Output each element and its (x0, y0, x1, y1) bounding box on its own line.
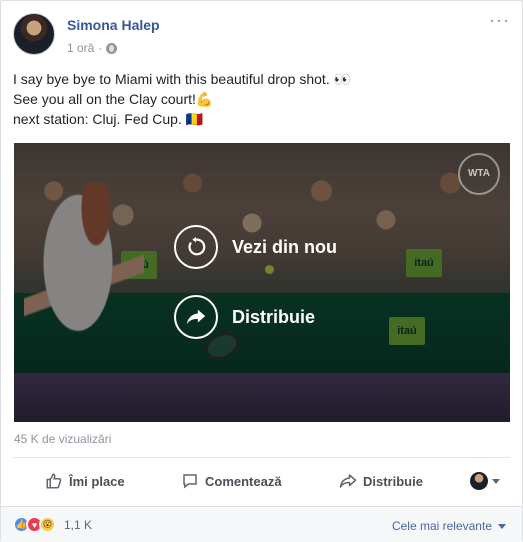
wta-logo: WTA (458, 153, 500, 195)
wow-reaction-icon: 😮 (39, 516, 56, 533)
identity-avatar (470, 472, 488, 490)
chevron-down-icon (492, 478, 500, 484)
action-bar: Îmi place Comentează Distribuie (13, 465, 510, 497)
author-avatar[interactable] (13, 13, 55, 55)
comment-sort-label: Cele mai relevante (391, 519, 492, 533)
reactions-footer: 👍 ♥ 😮 1,1 K Cele mai relevante (1, 506, 522, 542)
share-arrow-icon (174, 295, 218, 339)
speech-bubble-icon (183, 474, 197, 489)
post-line-2: See you all on the Clay court!💪 (13, 91, 214, 107)
share-label: Distribuie (363, 473, 423, 489)
thumbs-up-icon (46, 473, 62, 489)
like-button[interactable]: Îmi place (45, 472, 125, 490)
reaction-summary[interactable]: 👍 ♥ 😮 1,1 K (13, 516, 92, 533)
share-arrow-icon (339, 474, 357, 488)
replay-label: Vezi din nou (232, 236, 338, 257)
more-options-icon[interactable]: ··· (489, 11, 510, 29)
replay-button[interactable]: Vezi din nou (174, 225, 337, 269)
video-share-label: Distribuie (232, 306, 316, 327)
view-count: 45 K de vizualizări (14, 432, 112, 446)
identity-selector[interactable] (470, 472, 500, 490)
comment-sort-dropdown[interactable]: Cele mai relevante (392, 519, 506, 533)
globe-icon[interactable] (106, 42, 118, 54)
comment-button[interactable]: Comentează (181, 472, 282, 490)
post-header: Simona Halep 1 oră · ··· (13, 11, 510, 61)
post-card: Simona Halep 1 oră · ··· I say bye bye t… (0, 0, 523, 542)
replay-icon (174, 225, 218, 269)
video-player[interactable]: itaú itaú itaú WTA Vezi din nou Distribu… (14, 143, 510, 422)
video-overlay (14, 143, 510, 422)
post-meta: 1 oră · (67, 41, 118, 55)
post-line-3: next station: Cluj. Fed Cup. 🇷🇴 (13, 111, 204, 127)
chevron-down-icon (498, 523, 506, 529)
post-time[interactable]: 1 oră (67, 41, 94, 55)
comment-label: Comentează (205, 473, 282, 489)
divider (13, 457, 510, 458)
meta-separator: · (98, 41, 103, 55)
reaction-count: 1,1 K (64, 517, 93, 532)
post-text: I say bye bye to Miami with this beautif… (13, 69, 510, 129)
share-button[interactable]: Distribuie (339, 472, 423, 490)
like-label: Îmi place (69, 473, 125, 489)
author-name[interactable]: Simona Halep (67, 17, 160, 33)
video-share-button[interactable]: Distribuie (174, 295, 315, 339)
post-line-1: I say bye bye to Miami with this beautif… (13, 71, 352, 87)
